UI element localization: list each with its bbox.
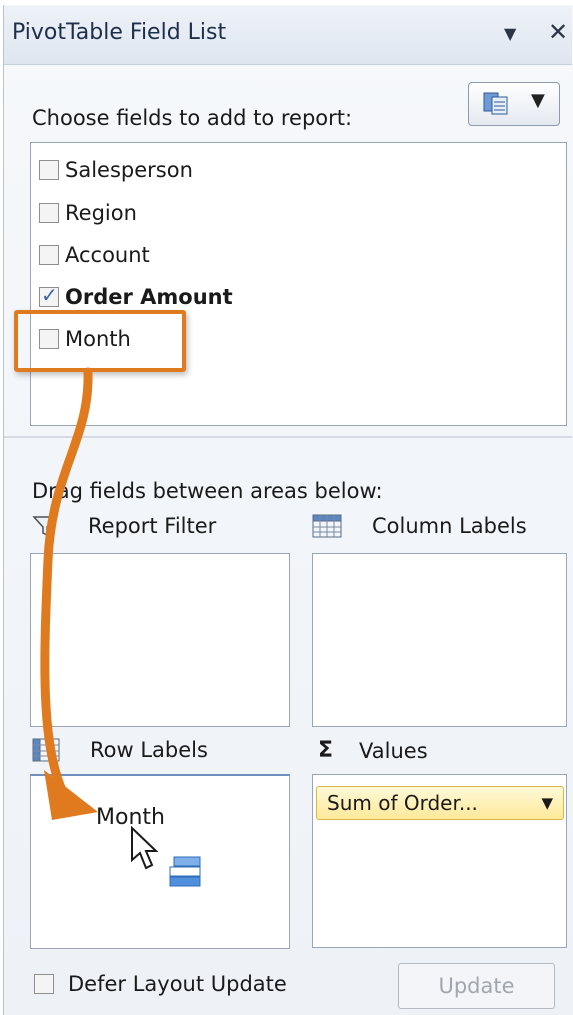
drag-fields-label: Drag fields between areas below:	[32, 479, 383, 503]
highlight-box	[14, 310, 186, 372]
report-filter-label: Report Filter	[88, 514, 217, 538]
field-item-region[interactable]: Region	[39, 198, 137, 228]
values-field-sum-of-order[interactable]: Sum of Order... ▼	[316, 786, 564, 820]
row-labels-area[interactable]	[30, 774, 290, 949]
row-labels-icon	[32, 738, 60, 762]
defer-label: Defer Layout Update	[68, 972, 287, 996]
column-labels-label: Column Labels	[372, 514, 527, 538]
column-labels-area[interactable]	[312, 553, 567, 727]
drag-field-icon	[169, 856, 201, 887]
defer-layout-update[interactable]: Defer Layout Update	[34, 972, 287, 996]
field-item-salesperson[interactable]: Salesperson	[39, 155, 193, 185]
update-button[interactable]: Update	[398, 963, 555, 1009]
filter-icon	[32, 516, 58, 537]
defer-checkbox[interactable]	[34, 974, 54, 994]
section-divider[interactable]	[4, 436, 572, 438]
values-field-label: Sum of Order...	[327, 791, 478, 815]
column-labels-header: Column Labels	[312, 514, 527, 538]
checkbox-checked[interactable]	[39, 283, 59, 307]
field-label: Account	[65, 243, 150, 267]
values-header: Σ Values	[318, 738, 428, 763]
checkbox[interactable]	[39, 245, 59, 265]
column-labels-icon	[312, 514, 342, 538]
checkbox[interactable]	[39, 160, 59, 180]
triangle-down-icon[interactable]: ▼	[504, 24, 516, 43]
row-labels-header: Row Labels	[32, 738, 208, 762]
field-label: Region	[65, 201, 137, 225]
close-icon[interactable]: ✕	[548, 18, 568, 46]
choose-fields-label: Choose fields to add to report:	[32, 106, 353, 130]
field-list: Salesperson Region Account Order Amount …	[30, 142, 567, 426]
report-filter-header: Report Filter	[32, 514, 216, 538]
chevron-down-icon[interactable]: ▼	[541, 794, 553, 812]
report-filter-area[interactable]	[30, 553, 290, 727]
field-list-layout-button[interactable]: ▼	[468, 82, 560, 126]
checkbox[interactable]	[39, 203, 59, 223]
row-labels-label: Row Labels	[90, 738, 208, 762]
field-label: Order Amount	[65, 285, 233, 309]
field-item-account[interactable]: Account	[39, 240, 150, 270]
field-label: Salesperson	[65, 158, 193, 182]
panel-titlebar: PivotTable Field List ▼ ✕	[4, 6, 572, 65]
sigma-icon: Σ	[318, 738, 334, 763]
panel-title: PivotTable Field List	[12, 20, 227, 45]
field-item-order-amount[interactable]: Order Amount	[39, 282, 233, 312]
values-label: Values	[359, 738, 428, 763]
chevron-down-icon: ▼	[531, 90, 545, 111]
field-list-layout-icon	[483, 92, 508, 115]
mouse-pointer-icon	[131, 826, 158, 870]
